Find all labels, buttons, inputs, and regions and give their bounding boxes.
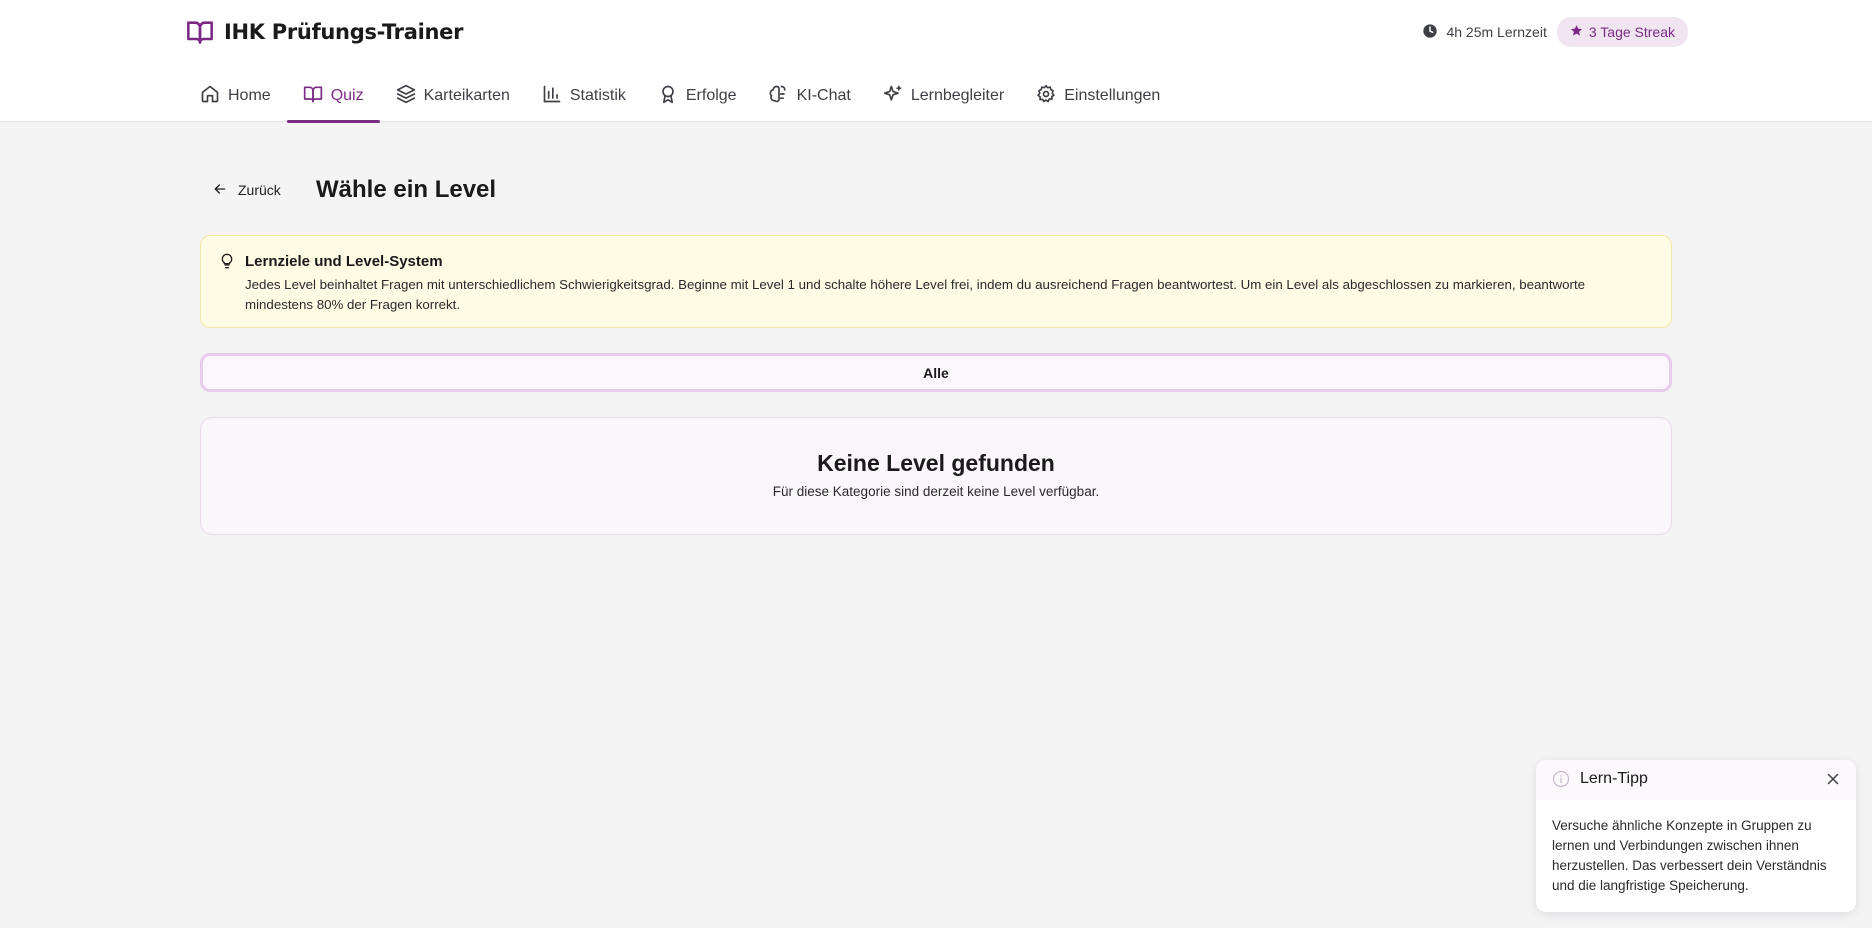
nav-item-lernbegleiter[interactable]: Lernbegleiter [867, 70, 1020, 122]
streak-badge: 3 Tage Streak [1556, 17, 1688, 47]
nav-item-home[interactable]: Home [184, 70, 287, 122]
nav-item-ki-chat[interactable]: KI-Chat [753, 70, 867, 122]
brain-icon [769, 84, 789, 109]
category-filter-all[interactable]: Alle [200, 353, 1672, 392]
app-title: IHK Prüfungs-Trainer [224, 20, 464, 44]
page-title: Wähle ein Level [316, 176, 497, 203]
info-icon [1552, 770, 1570, 793]
info-title: Lernziele und Level-System [245, 253, 443, 270]
nav-label: Karteikarten [423, 87, 510, 104]
layers-icon [396, 84, 416, 109]
book-open-icon [184, 16, 216, 48]
bar-chart-icon [542, 84, 562, 109]
streak-label: 3 Tage Streak [1588, 24, 1675, 40]
nav-item-quiz[interactable]: Quiz [286, 70, 380, 123]
toast-title: Lern-Tipp [1580, 770, 1648, 787]
back-button[interactable]: Zurück [212, 178, 281, 202]
book-open-icon [303, 84, 323, 109]
lightbulb-icon [219, 252, 235, 275]
award-icon [658, 84, 678, 109]
nav-item-erfolge[interactable]: Erfolge [642, 70, 753, 122]
arrow-left-icon [212, 181, 228, 200]
empty-state-title: Keine Level gefunden [817, 450, 1055, 476]
nav-item-einstellungen[interactable]: Einstellungen [1020, 70, 1176, 122]
learning-tip-toast: Lern-Tipp Versuche ähnliche Konzepte in … [1536, 760, 1856, 912]
gear-icon [1036, 84, 1056, 109]
header-status: 4h 25m Lernzeit 3 Tage Streak [1422, 17, 1688, 47]
study-time: 4h 25m Lernzeit [1422, 23, 1547, 42]
study-time-label: 4h 25m Lernzeit [1446, 24, 1547, 40]
nav-label: Home [228, 87, 271, 104]
sparkles-icon [883, 84, 903, 109]
main-nav: Home Quiz Karteikarten Statistik Erfolge [184, 70, 1176, 123]
nav-label: Statistik [569, 87, 626, 104]
star-icon [1570, 24, 1583, 40]
home-icon [200, 84, 220, 109]
toast-text: Versuche ähnliche Konzepte in Gruppen zu… [1552, 818, 1827, 893]
clock-icon [1422, 23, 1438, 42]
nav-label: Erfolge [685, 87, 737, 104]
brand[interactable]: IHK Prüfungs-Trainer [184, 16, 463, 48]
nav-label: Quiz [330, 87, 364, 104]
nav-label: Lernbegleiter [910, 87, 1005, 104]
empty-state-text: Für diese Kategorie sind derzeit keine L… [772, 484, 1100, 499]
app-header: IHK Prüfungs-Trainer 4h 25m Lernzeit 3 T… [0, 0, 1872, 123]
close-icon[interactable] [1824, 770, 1842, 793]
back-label: Zurück [238, 182, 281, 198]
nav-item-statistik[interactable]: Statistik [526, 70, 642, 122]
nav-label: Einstellungen [1064, 87, 1161, 104]
nav-label: KI-Chat [796, 87, 851, 104]
info-box: Lernziele und Level-System Jedes Level b… [200, 235, 1672, 328]
nav-item-karteikarten[interactable]: Karteikarten [380, 70, 526, 122]
empty-state-card: Keine Level gefunden Für diese Kategorie… [200, 417, 1672, 535]
info-text: Jedes Level beinhaltet Fragen mit unters… [245, 277, 1586, 312]
